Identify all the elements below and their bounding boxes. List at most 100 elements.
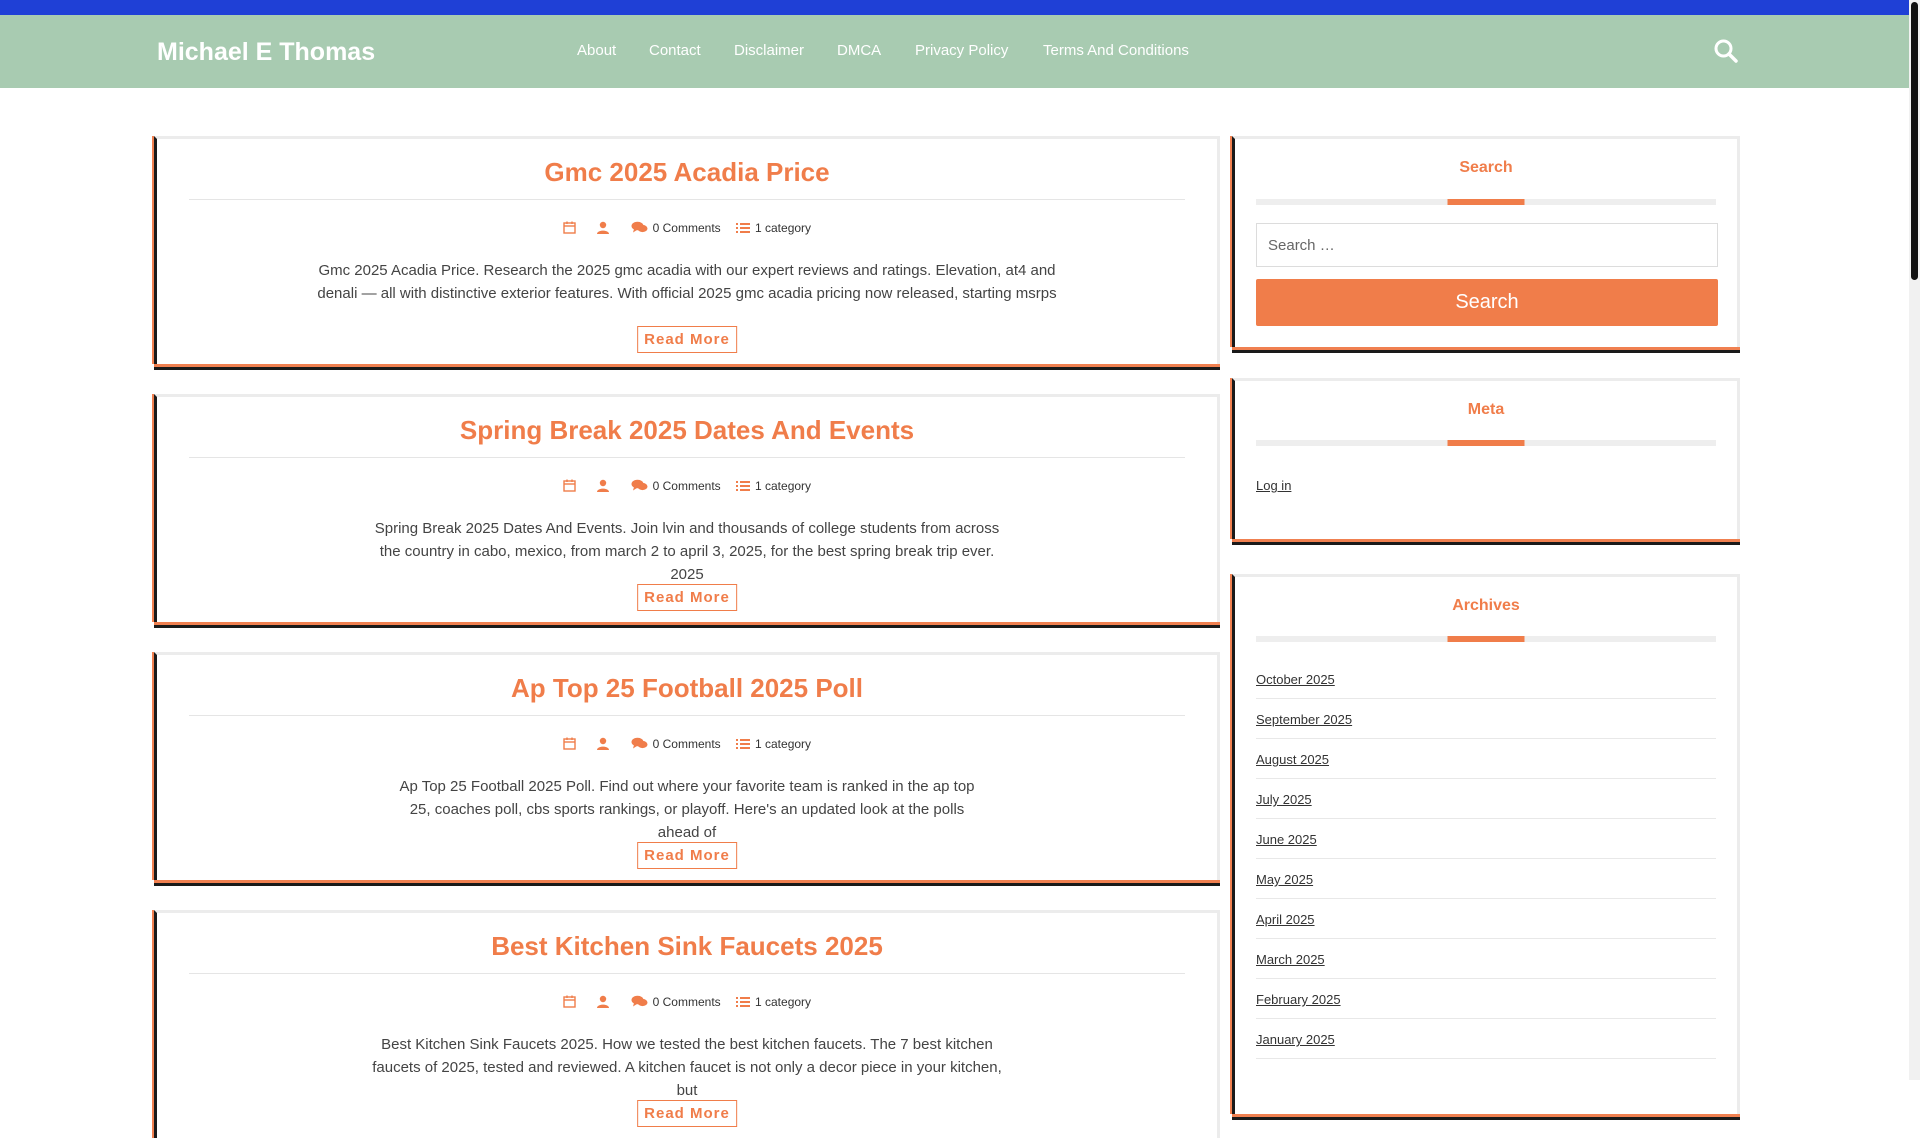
archive-list: October 2025 September 2025 August 2025 … (1256, 659, 1716, 1059)
archive-link[interactable]: June 2025 (1256, 832, 1317, 847)
post-comments[interactable]: 0 Comments (631, 737, 721, 751)
post-category[interactable]: 1 category (736, 221, 811, 235)
post-meta: 0 Comments 1 category (157, 220, 1217, 235)
archive-item: March 2025 (1256, 939, 1716, 979)
archive-link[interactable]: May 2025 (1256, 872, 1313, 887)
post-divider (189, 973, 1185, 974)
post-author[interactable] (596, 995, 615, 1009)
post-comments[interactable]: 0 Comments (631, 221, 721, 235)
post-divider (189, 199, 1185, 200)
page-scrollbar[interactable] (1909, 0, 1920, 1080)
site-title[interactable]: Michael E Thomas (157, 38, 375, 67)
post-meta: 0 Comments 1 category (157, 736, 1217, 751)
archive-item: June 2025 (1256, 819, 1716, 859)
widget-title: Search (1459, 159, 1513, 176)
widget-title-rule (1256, 199, 1716, 205)
post-comments[interactable]: 0 Comments (631, 479, 721, 493)
nav-item-terms-and-conditions[interactable]: Terms And Conditions (1043, 42, 1189, 59)
widget-title: Archives (1452, 597, 1520, 614)
post-card: Best Kitchen Sink Faucets 2025 0 Comment… (154, 910, 1220, 1138)
post-category[interactable]: 1 category (736, 479, 811, 493)
comments-icon (631, 996, 648, 1007)
user-icon (597, 222, 610, 235)
post-meta: 0 Comments 1 category (157, 478, 1217, 493)
read-more-button[interactable]: Read More (637, 842, 737, 869)
archive-item: August 2025 (1256, 739, 1716, 779)
post-card: Spring Break 2025 Dates And Events 0 Com… (154, 394, 1220, 622)
archive-link[interactable]: April 2025 (1256, 912, 1315, 927)
search-input[interactable] (1256, 223, 1718, 267)
archive-link[interactable]: January 2025 (1256, 1032, 1335, 1047)
archive-item: July 2025 (1256, 779, 1716, 819)
post-author[interactable] (596, 737, 615, 751)
calendar-icon (563, 995, 576, 1009)
search-button[interactable]: Search (1256, 279, 1718, 326)
post-excerpt: Ap Top 25 Football 2025 Poll. Find out w… (399, 778, 975, 841)
nav-item-disclaimer[interactable]: Disclaimer (734, 42, 804, 59)
list-icon (736, 738, 750, 749)
user-icon (597, 738, 610, 751)
post-title[interactable]: Spring Break 2025 Dates And Events (157, 415, 1217, 446)
nav-item-contact[interactable]: Contact (649, 42, 701, 59)
post-meta: 0 Comments 1 category (157, 994, 1217, 1009)
widget-title-rule (1256, 440, 1716, 446)
user-icon (597, 480, 610, 493)
top-color-strip (0, 0, 1909, 15)
archive-item: February 2025 (1256, 979, 1716, 1019)
archive-link[interactable]: February 2025 (1256, 992, 1341, 1007)
post-category[interactable]: 1 category (736, 995, 811, 1009)
post-date[interactable] (563, 995, 581, 1009)
post-date[interactable] (563, 479, 581, 493)
post-date[interactable] (563, 221, 581, 235)
comments-icon (631, 222, 648, 233)
archive-item: April 2025 (1256, 899, 1716, 939)
nav-item-about[interactable]: About (577, 42, 616, 59)
list-icon (736, 480, 750, 491)
archive-link[interactable]: March 2025 (1256, 952, 1325, 967)
post-divider (189, 715, 1185, 716)
comments-count: 0 Comments (652, 994, 721, 1009)
widget-title-accent (1447, 440, 1525, 446)
post-author[interactable] (596, 479, 615, 493)
widget-title-rule (1256, 636, 1716, 642)
read-more-button[interactable]: Read More (637, 1100, 737, 1127)
post-title[interactable]: Ap Top 25 Football 2025 Poll (157, 673, 1217, 704)
calendar-icon (563, 737, 576, 751)
calendar-icon (563, 479, 576, 493)
widget-title-accent (1447, 636, 1525, 642)
list-icon (736, 996, 750, 1007)
archive-link[interactable]: September 2025 (1256, 712, 1352, 727)
comments-count: 0 Comments (652, 736, 721, 751)
archive-item: October 2025 (1256, 659, 1716, 699)
post-card: Gmc 2025 Acadia Price 0 Comments 1 categ… (154, 136, 1220, 364)
meta-widget: Meta Log in (1232, 378, 1740, 539)
post-comments[interactable]: 0 Comments (631, 995, 721, 1009)
log-in-link[interactable]: Log in (1256, 478, 1291, 493)
read-more-button[interactable]: Read More (637, 584, 737, 611)
nav-item-privacy-policy[interactable]: Privacy Policy (915, 42, 1008, 59)
archive-link[interactable]: October 2025 (1256, 672, 1335, 687)
scrollbar-thumb[interactable] (1911, 2, 1918, 280)
post-excerpt: Spring Break 2025 Dates And Events. Join… (374, 520, 1000, 583)
post-excerpt: Gmc 2025 Acadia Price. Research the 2025… (317, 262, 1057, 302)
post-excerpt: Best Kitchen Sink Faucets 2025. How we t… (372, 1036, 1002, 1099)
post-author[interactable] (596, 221, 615, 235)
post-card: Ap Top 25 Football 2025 Poll 0 Comments … (154, 652, 1220, 880)
post-category[interactable]: 1 category (736, 737, 811, 751)
post-title[interactable]: Best Kitchen Sink Faucets 2025 (157, 931, 1217, 962)
widget-title-accent (1447, 199, 1525, 205)
archive-link[interactable]: August 2025 (1256, 752, 1329, 767)
category-label: 1 category (755, 994, 812, 1009)
comments-count: 0 Comments (652, 478, 721, 493)
category-label: 1 category (755, 736, 812, 751)
nav-item-dmca[interactable]: DMCA (837, 42, 881, 59)
read-more-button[interactable]: Read More (637, 326, 737, 353)
archive-link[interactable]: July 2025 (1256, 792, 1312, 807)
category-label: 1 category (755, 478, 812, 493)
archive-item: September 2025 (1256, 699, 1716, 739)
post-title[interactable]: Gmc 2025 Acadia Price (157, 157, 1217, 188)
post-date[interactable] (563, 737, 581, 751)
comments-count: 0 Comments (652, 220, 721, 235)
search-icon[interactable] (1713, 38, 1739, 64)
site-header: Michael E Thomas About Contact Disclaime… (0, 15, 1909, 88)
